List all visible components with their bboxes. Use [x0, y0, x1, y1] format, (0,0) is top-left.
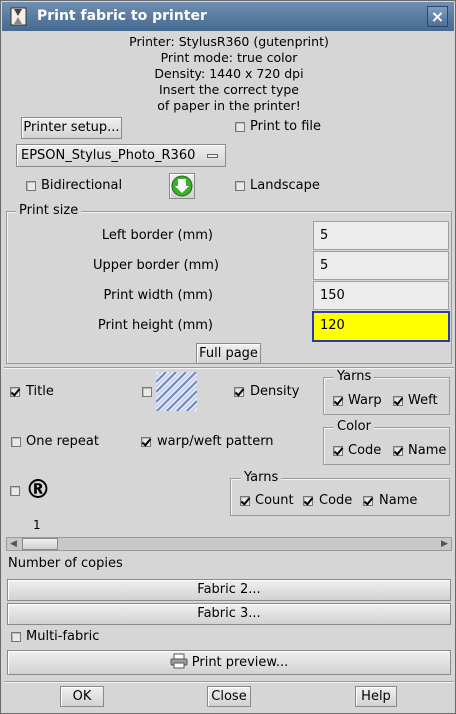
- down-arrow-icon: [171, 175, 193, 197]
- upper-border-label: Upper border (mm): [92, 258, 219, 273]
- printer-select[interactable]: EPSON_Stylus_Photo_R360: [16, 144, 226, 167]
- help-button[interactable]: Help: [355, 686, 397, 707]
- yarn-name-label: Name: [379, 493, 418, 508]
- left-border-label: Left border (mm): [101, 228, 213, 243]
- title-bar: Print fabric to printer ×: [2, 2, 454, 31]
- left-border-input[interactable]: 5: [313, 221, 449, 250]
- registered-symbol: ®: [25, 475, 51, 505]
- print-height-input[interactable]: 120: [312, 311, 450, 342]
- yarn-count-label: Count: [255, 493, 294, 508]
- print-to-file-label: Print to file: [250, 119, 322, 134]
- printer-info: Printer: StylusR360 (gutenprint): [129, 34, 329, 49]
- fabric-3-button[interactable]: Fabric 3...: [7, 603, 451, 625]
- warp-weft-pattern-label: warp/weft pattern: [157, 434, 274, 449]
- yarn-code-checkbox[interactable]: [303, 496, 313, 506]
- close-window-icon[interactable]: ×: [427, 6, 448, 27]
- fabric-2-button[interactable]: Fabric 2...: [7, 579, 451, 601]
- weft-checkbox[interactable]: [393, 396, 403, 406]
- one-repeat-label: One repeat: [26, 434, 99, 449]
- orientation-button[interactable]: [169, 173, 195, 199]
- multi-fabric-checkbox[interactable]: [11, 632, 21, 642]
- ok-button[interactable]: OK: [60, 686, 104, 707]
- close-button[interactable]: Close: [207, 686, 251, 707]
- slider-thumb[interactable]: [22, 538, 58, 550]
- full-page-button[interactable]: Full page: [196, 343, 261, 364]
- warp-label: Warp: [348, 393, 382, 408]
- footer-separator: [4, 681, 454, 683]
- upper-border-input[interactable]: 5: [313, 251, 449, 280]
- color-name-label: Name: [408, 443, 447, 458]
- print-mode-info: Print mode: true color: [160, 50, 298, 65]
- registered-checkbox[interactable]: [10, 486, 20, 496]
- paper-note-1: Insert the correct type: [159, 82, 299, 97]
- scroll-left-icon[interactable]: ◀: [7, 538, 20, 550]
- scroll-right-icon[interactable]: ▶: [438, 538, 451, 550]
- printer-setup-button[interactable]: Printer setup...: [21, 117, 122, 139]
- copies-label: Number of copies: [8, 556, 123, 571]
- multi-fabric-label: Multi-fabric: [26, 629, 100, 644]
- fabric-image-checkbox[interactable]: [142, 387, 152, 397]
- print-preview-button[interactable]: Print preview...: [7, 650, 451, 675]
- print-dialog: Print fabric to printer × Printer: Stylu…: [0, 0, 456, 714]
- density-label: Density: [250, 384, 300, 399]
- warp-checkbox[interactable]: [333, 396, 343, 406]
- print-to-file-checkbox[interactable]: [235, 122, 245, 132]
- yarn-count-checkbox[interactable]: [240, 496, 250, 506]
- printer-icon: [170, 653, 188, 669]
- copies-slider[interactable]: ◀ ▶: [6, 537, 452, 551]
- separator: [4, 367, 454, 369]
- title-checkbox[interactable]: [10, 387, 20, 397]
- print-height-label: Print height (mm): [97, 318, 213, 333]
- bidirectional-checkbox[interactable]: [26, 181, 36, 191]
- copies-slider-value: 1: [33, 518, 41, 532]
- print-size-title: Print size: [16, 203, 82, 218]
- landscape-checkbox[interactable]: [235, 181, 245, 191]
- color-group-title: Color: [334, 419, 374, 434]
- window-icon: [10, 7, 27, 26]
- paper-note-2: of paper in the printer!: [157, 98, 301, 113]
- printer-select-value: EPSON_Stylus_Photo_R360: [21, 148, 196, 163]
- yarns-group-1-title: Yarns: [334, 369, 375, 384]
- yarns-group-2-title: Yarns: [241, 470, 282, 485]
- print-width-label: Print width (mm): [103, 288, 213, 303]
- weft-label: Weft: [408, 393, 438, 408]
- color-name-checkbox[interactable]: [393, 446, 403, 456]
- landscape-label: Landscape: [250, 178, 320, 193]
- yarn-name-checkbox[interactable]: [363, 496, 373, 506]
- fabric-preview-image: [156, 372, 197, 411]
- window-title: Print fabric to printer: [37, 8, 207, 24]
- print-preview-label: Print preview...: [191, 655, 289, 670]
- title-label: Title: [26, 384, 54, 399]
- color-code-label: Code: [348, 443, 382, 458]
- density-checkbox[interactable]: [234, 387, 244, 397]
- yarn-code-label: Code: [319, 493, 353, 508]
- print-width-input[interactable]: 150: [313, 281, 449, 310]
- one-repeat-checkbox[interactable]: [11, 437, 21, 447]
- warp-weft-pattern-checkbox[interactable]: [141, 437, 151, 447]
- bidirectional-label: Bidirectional: [41, 178, 123, 193]
- density-info: Density: 1440 x 720 dpi: [154, 66, 304, 81]
- select-indicator-icon: [207, 154, 218, 158]
- color-code-checkbox[interactable]: [333, 446, 343, 456]
